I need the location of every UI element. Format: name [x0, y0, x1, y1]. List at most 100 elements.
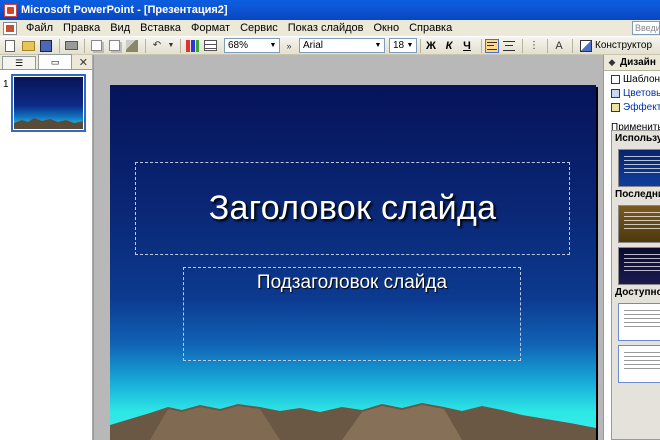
- print-button[interactable]: [63, 38, 79, 54]
- color-schemes-link[interactable]: Цветовые: [604, 87, 660, 99]
- back-arrow-icon[interactable]: ◆: [604, 57, 620, 68]
- template-lines: [624, 310, 660, 330]
- template-thumbnail[interactable]: [618, 205, 660, 243]
- toolbar: ↶ ▼ 68% ▼ » Arial ▼ 18 ▼ Ж К Ч ⋮ A Конст…: [0, 37, 660, 55]
- chevron-down-icon: ▼: [406, 42, 414, 49]
- subtitle-placeholder[interactable]: Подзаголовок слайда: [183, 267, 521, 361]
- align-center-button[interactable]: [502, 39, 516, 53]
- menu-window[interactable]: Окно: [369, 22, 405, 34]
- current-slide[interactable]: Заголовок слайда Подзаголовок слайда: [110, 85, 596, 440]
- new-document-icon: [5, 39, 15, 52]
- paste-button[interactable]: [106, 38, 122, 54]
- zoom-select[interactable]: 68% ▼: [224, 38, 280, 53]
- subtitle-placeholder-text: Подзаголовок слайда: [256, 272, 448, 293]
- toolbar-separator: [84, 38, 85, 53]
- menu-help[interactable]: Справка: [404, 22, 457, 34]
- template-lines: [624, 352, 660, 372]
- align-line: [487, 48, 497, 50]
- toolbar-separator: [420, 38, 421, 53]
- color-schemes-icon: [611, 88, 620, 98]
- powerpoint-icon[interactable]: [4, 3, 17, 17]
- font-size-value: 18: [393, 40, 405, 51]
- open-button[interactable]: [20, 38, 36, 54]
- menu-file[interactable]: Файл: [21, 22, 58, 34]
- font-value: Arial: [303, 40, 324, 51]
- slide-number: 1: [3, 79, 9, 90]
- tab-slides[interactable]: ▭: [38, 54, 72, 69]
- insert-table-button[interactable]: [202, 38, 218, 54]
- template-lines: [624, 212, 660, 232]
- font-color-button[interactable]: A: [551, 38, 567, 54]
- bold-button[interactable]: Ж: [424, 40, 438, 52]
- outline-icon: ☰: [14, 57, 24, 68]
- insert-chart-button[interactable]: [184, 38, 200, 54]
- templates-link[interactable]: Шаблоны: [604, 73, 660, 85]
- title-bar[interactable]: Microsoft PowerPoint - [Презентация2]: [0, 0, 660, 20]
- section-in-use: Используется в презентации: [615, 133, 660, 144]
- slide-thumbnail-preview: [14, 77, 83, 129]
- menu-bar: Файл Правка Вид Вставка Формат Сервис По…: [0, 20, 660, 37]
- template-thumbnail[interactable]: [618, 303, 660, 341]
- undo-dropdown[interactable]: ▼: [167, 38, 175, 54]
- menu-tools[interactable]: Сервис: [235, 22, 283, 34]
- task-pane-header: ◆ Дизайн: [604, 55, 660, 71]
- chevron-down-icon: ▼: [167, 42, 175, 49]
- copy-icon: [90, 40, 102, 51]
- undo-icon: ↶: [152, 40, 162, 51]
- template-thumbnail[interactable]: [618, 345, 660, 383]
- animation-effects-link[interactable]: Эффекты: [604, 101, 660, 113]
- slides-pane: ☰ ▭ ✕ 1: [0, 54, 93, 440]
- more-icon: »: [286, 40, 292, 51]
- templates-label: Шаблоны: [623, 73, 660, 85]
- designer-icon: [580, 39, 592, 52]
- toolbar-separator: [547, 38, 548, 53]
- task-pane-title: Дизайн: [620, 57, 656, 68]
- bullets-icon: ⋮: [529, 40, 539, 51]
- bullets-button[interactable]: ⋮: [526, 38, 542, 54]
- slide-thumbnail[interactable]: [11, 74, 86, 132]
- title-placeholder[interactable]: Заголовок слайда: [135, 162, 570, 255]
- toolbar-separator: [145, 38, 146, 53]
- folder-icon: [21, 40, 35, 51]
- title-placeholder-text: Заголовок слайда: [208, 189, 497, 227]
- effects-icon: [611, 102, 620, 112]
- copy-button[interactable]: [88, 38, 104, 54]
- slide-editor: Заголовок слайда Подзаголовок слайда: [93, 55, 603, 440]
- font-color-icon: A: [555, 39, 563, 52]
- format-painter-button[interactable]: [124, 38, 140, 54]
- font-size-select[interactable]: 18 ▼: [389, 38, 417, 53]
- underline-button[interactable]: Ч: [460, 40, 474, 52]
- undo-button[interactable]: ↶: [149, 38, 165, 54]
- template-lines: [624, 156, 660, 176]
- window-title: Microsoft PowerPoint - [Презентация2]: [21, 4, 228, 16]
- templates-list: Используется в презентации Последние исп…: [611, 130, 660, 440]
- template-thumbnail[interactable]: [618, 247, 660, 285]
- new-button[interactable]: [2, 38, 18, 54]
- templates-icon: [611, 74, 620, 84]
- tab-outline[interactable]: ☰: [2, 56, 36, 69]
- align-left-button[interactable]: [485, 38, 499, 53]
- template-thumbnail[interactable]: [618, 149, 660, 187]
- menu-slideshow[interactable]: Показ слайдов: [283, 22, 369, 34]
- menu-edit[interactable]: Правка: [58, 22, 105, 34]
- help-search-input[interactable]: Введите: [632, 21, 660, 35]
- designer-label: Конструктор: [595, 40, 653, 51]
- design-task-pane: ◆ Дизайн Шаблоны Цветовые Эффекты Примен…: [603, 55, 660, 440]
- designer-button[interactable]: Конструктор: [580, 39, 653, 52]
- table-icon: [203, 40, 217, 51]
- menu-view[interactable]: Вид: [105, 22, 135, 34]
- font-select[interactable]: Arial ▼: [299, 38, 385, 53]
- align-line: [503, 40, 515, 42]
- close-icon[interactable]: ✕: [79, 56, 88, 69]
- document-icon[interactable]: [3, 21, 17, 35]
- brush-icon: [126, 39, 138, 52]
- italic-button[interactable]: К: [442, 40, 456, 52]
- pane-tabs: ☰ ▭ ✕: [0, 54, 92, 70]
- zoom-value: 68%: [228, 40, 249, 51]
- toolbar-separator: [59, 38, 60, 53]
- save-button[interactable]: [38, 38, 54, 54]
- menu-insert[interactable]: Вставка: [135, 22, 186, 34]
- save-icon: [40, 39, 52, 52]
- menu-format[interactable]: Формат: [186, 22, 235, 34]
- toolbar-options-button[interactable]: »: [283, 38, 295, 54]
